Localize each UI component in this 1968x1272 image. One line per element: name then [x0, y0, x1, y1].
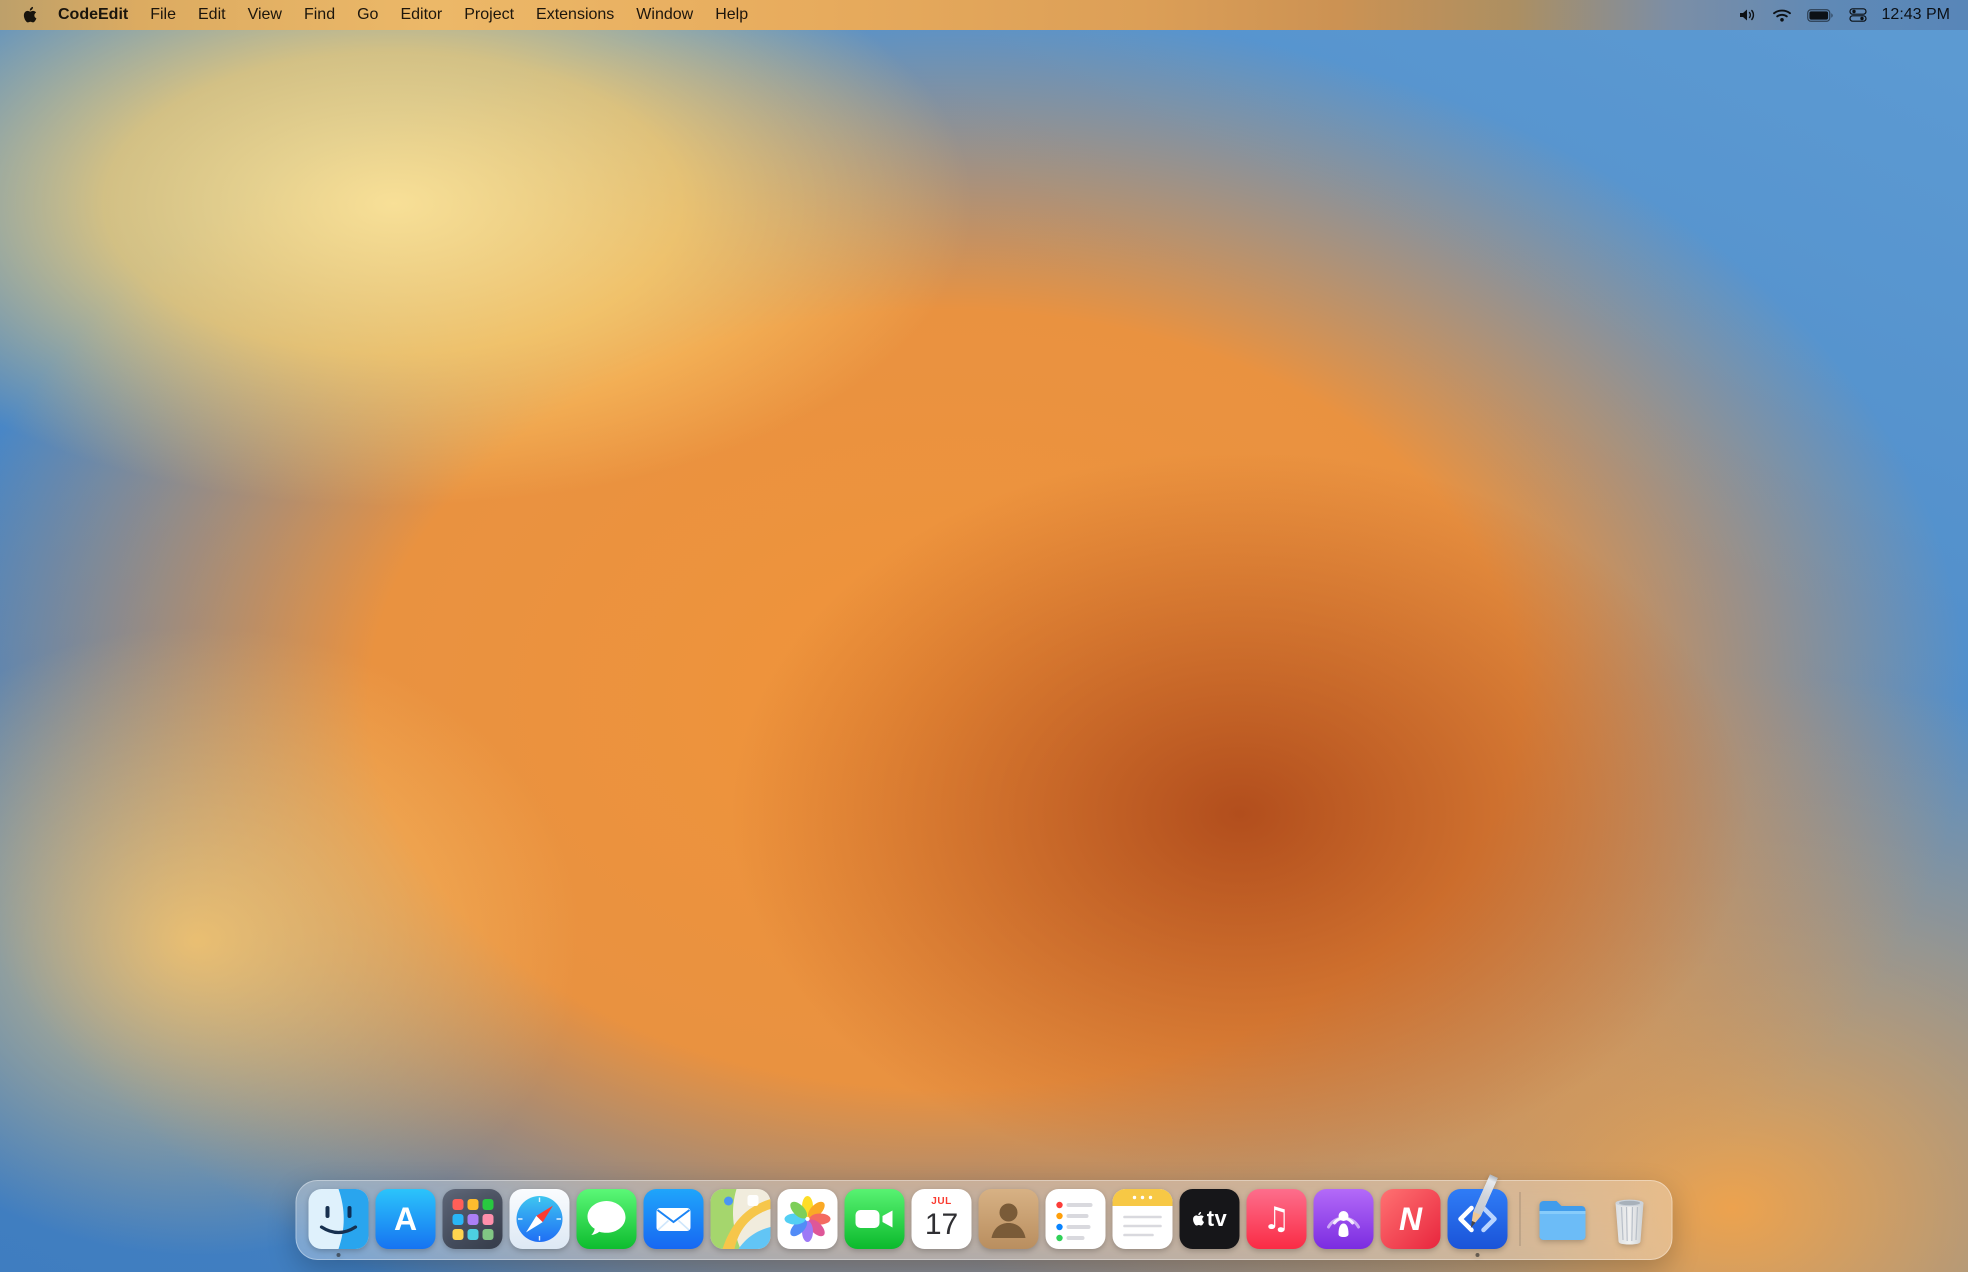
tv-label: tv: [1207, 1206, 1228, 1232]
wifi-icon[interactable]: [1772, 7, 1792, 23]
dock-codeedit-icon[interactable]: [1448, 1189, 1508, 1249]
menu-bar: CodeEdit File Edit View Find Go Editor P…: [0, 0, 1968, 30]
dock-photos-icon[interactable]: [778, 1189, 838, 1249]
menu-project[interactable]: Project: [453, 0, 525, 30]
music-note-glyph: ♫: [1263, 1204, 1291, 1235]
dock-safari-icon[interactable]: [510, 1189, 570, 1249]
dock-tv-icon[interactable]: tv: [1180, 1189, 1240, 1249]
desktop-wallpaper: [0, 0, 1968, 1272]
dock-news-icon[interactable]: N: [1381, 1189, 1441, 1249]
dock-facetime-icon[interactable]: [845, 1189, 905, 1249]
calendar-month: JUL: [931, 1197, 951, 1207]
dock-contacts-icon[interactable]: [979, 1189, 1039, 1249]
running-indicator: [1476, 1253, 1480, 1257]
menu-editor[interactable]: Editor: [389, 0, 453, 30]
app-menu-codeedit[interactable]: CodeEdit: [47, 0, 139, 30]
volume-icon[interactable]: [1737, 7, 1757, 23]
running-indicator: [337, 1253, 341, 1257]
dock-maps-icon[interactable]: [711, 1189, 771, 1249]
dock-messages-icon[interactable]: [577, 1189, 637, 1249]
dock-music-icon[interactable]: ♫: [1247, 1189, 1307, 1249]
dock-calendar-icon[interactable]: JUL 17: [912, 1189, 972, 1249]
news-letter: N: [1399, 1201, 1422, 1238]
control-center-icon[interactable]: [1849, 7, 1867, 23]
dock: A: [296, 1180, 1673, 1260]
menu-bar-status-area: 12:43 PM: [1737, 0, 1968, 30]
dock-app-store-icon[interactable]: A: [376, 1189, 436, 1249]
menu-help[interactable]: Help: [704, 0, 759, 30]
dock-mail-icon[interactable]: [644, 1189, 704, 1249]
dock-reminders-icon[interactable]: [1046, 1189, 1106, 1249]
dock-trash-icon[interactable]: [1600, 1189, 1660, 1249]
menu-bar-clock[interactable]: 12:43 PM: [1882, 6, 1950, 24]
menu-find[interactable]: Find: [293, 0, 346, 30]
menu-edit[interactable]: Edit: [187, 0, 237, 30]
menu-file[interactable]: File: [139, 0, 187, 30]
menu-view[interactable]: View: [237, 0, 293, 30]
dock-notes-icon[interactable]: [1113, 1189, 1173, 1249]
menu-extensions[interactable]: Extensions: [525, 0, 625, 30]
calendar-day: 17: [925, 1210, 958, 1240]
dock-launchpad-icon[interactable]: [443, 1189, 503, 1249]
battery-icon[interactable]: [1807, 9, 1834, 22]
apple-logo-icon: [22, 6, 37, 24]
dock-podcasts-icon[interactable]: [1314, 1189, 1374, 1249]
dock-downloads-folder-icon[interactable]: [1533, 1189, 1593, 1249]
menu-go[interactable]: Go: [346, 0, 389, 30]
dock-finder-icon[interactable]: [309, 1189, 369, 1249]
dock-separator: [1520, 1192, 1521, 1246]
tv-apple-logo-icon: [1192, 1211, 1205, 1227]
app-store-letter: A: [376, 1189, 436, 1249]
menu-window[interactable]: Window: [625, 0, 704, 30]
menu-bar-left: CodeEdit File Edit View Find Go Editor P…: [0, 0, 759, 30]
apple-menu[interactable]: [14, 0, 47, 30]
